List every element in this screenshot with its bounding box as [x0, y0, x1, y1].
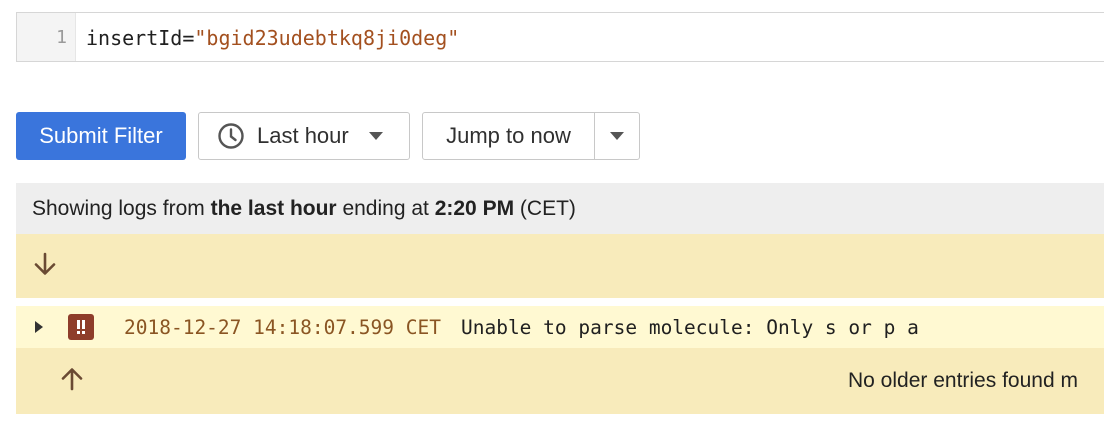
log-message: Unable to parse molecule: Only s or p a	[460, 315, 919, 339]
error-severity-icon	[68, 314, 94, 340]
status-time: 2:20 PM	[434, 196, 515, 220]
log-range-status: Showing logs from the last hour ending a…	[16, 183, 1104, 234]
jump-to-now-button[interactable]: Jump to now	[423, 123, 594, 149]
log-timestamp: 2018-12-27 14:18:07.599 CET	[124, 315, 441, 339]
no-older-entries-text: No older entries found m	[848, 369, 1078, 392]
load-older-row[interactable]: No older entries found m	[16, 348, 1104, 414]
submit-filter-button[interactable]: Submit Filter	[16, 112, 186, 160]
chevron-down-icon	[368, 132, 383, 140]
load-newer-row[interactable]	[16, 234, 1104, 298]
arrow-down-icon[interactable]	[32, 251, 58, 282]
status-range: the last hour	[210, 196, 337, 220]
query-key: insertId=	[86, 26, 195, 50]
query-text[interactable]: insertId="bgid23udebtkq8ji0deg"	[76, 13, 459, 61]
status-prefix: Showing logs from	[32, 196, 211, 220]
status-suffix: (CET)	[514, 196, 576, 220]
status-middle: ending at	[336, 196, 435, 220]
line-number: 1	[17, 13, 76, 61]
query-value: "bgid23udebtkq8ji0deg"	[194, 26, 460, 50]
query-editor[interactable]: 1 insertId="bgid23udebtkq8ji0deg"	[16, 12, 1104, 62]
logs-viewer: 1 insertId="bgid23udebtkq8ji0deg" Submit…	[0, 0, 1104, 438]
jump-options-chevron-down-icon[interactable]	[595, 132, 639, 140]
arrow-up-icon[interactable]	[32, 348, 85, 414]
time-range-label: Last hour	[257, 123, 349, 148]
time-range-dropdown[interactable]: Last hour	[198, 112, 410, 160]
jump-to-now-split-button: Jump to now	[422, 112, 640, 160]
log-entry-row[interactable]: 2018-12-27 14:18:07.599 CET Unable to pa…	[16, 306, 1104, 348]
clock-icon	[217, 122, 245, 150]
expand-triangle-icon[interactable]	[34, 320, 48, 334]
